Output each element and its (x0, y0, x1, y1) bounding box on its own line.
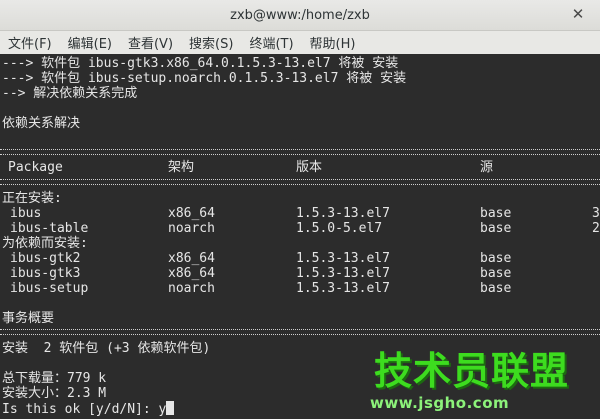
menu-search[interactable]: 搜索(S) (181, 33, 241, 52)
separator (0, 149, 600, 155)
package-version: 1.5.3-13.el7 (296, 251, 390, 266)
package-size: 2 (592, 221, 600, 236)
watermark-url: www.jsgho.com (370, 394, 510, 412)
header-repo: 源 (480, 160, 494, 175)
package-arch: x86_64 (168, 251, 215, 266)
package-repo: base (480, 251, 512, 266)
package-repo: base (480, 266, 512, 281)
package-name: ibus-table (10, 221, 89, 236)
package-name: ibus-gtk2 (10, 251, 81, 266)
prompt-text: Is this ok [y/d/N]: y (2, 402, 167, 417)
package-arch: x86_64 (168, 266, 215, 281)
menu-help[interactable]: 帮助(H) (302, 33, 364, 52)
section-installing: 正在安装: (2, 191, 62, 206)
package-version: 1.5.0-5.el7 (296, 221, 383, 236)
package-repo: base (480, 281, 512, 296)
header-package: Package (8, 160, 63, 175)
menu-view[interactable]: 查看(V) (120, 33, 181, 52)
package-name: ibus-setup (10, 281, 89, 296)
separator (0, 179, 600, 185)
header-arch: 架构 (168, 160, 195, 175)
package-version: 1.5.3-13.el7 (296, 206, 390, 221)
output-line: ---> 软件包 ibus-setup.noarch.0.1.5.3-13.el… (2, 71, 407, 86)
watermark-logo: 技术员联盟 www.jsgho.com (370, 350, 590, 412)
package-size: 3 (592, 206, 600, 221)
section-dependencies: 为依赖而安装: (2, 236, 88, 251)
package-repo: base (480, 206, 512, 221)
package-repo: base (480, 221, 512, 236)
download-size: 总下载量：779 k (2, 371, 107, 386)
package-name: ibus (10, 206, 42, 221)
text-cursor (166, 401, 175, 415)
section-summary: 事务概要 (2, 311, 55, 326)
install-size: 安装大小：2.3 M (2, 386, 107, 401)
package-name: ibus-gtk3 (10, 266, 81, 281)
output-line: ---> 软件包 ibus-gtk3.x86_64.0.1.5.3-13.el7… (2, 56, 399, 71)
window-titlebar: zxb@www:/home/zxb ✕ (0, 0, 600, 31)
separator (0, 329, 600, 335)
package-version: 1.5.3-13.el7 (296, 266, 390, 281)
install-summary: 安装 2 软件包 (+3 依赖软件包) (2, 341, 211, 356)
package-arch: noarch (168, 281, 215, 296)
window-title: zxb@www:/home/zxb (230, 7, 370, 23)
menu-file[interactable]: 文件(F) (0, 33, 60, 52)
menu-edit[interactable]: 编辑(E) (60, 33, 120, 52)
watermark-text: 技术员联盟 (374, 349, 570, 393)
menu-terminal[interactable]: 终端(T) (241, 33, 301, 52)
menu-bar: 文件(F) 编辑(E) 查看(V) 搜索(S) 终端(T) 帮助(H) (0, 31, 600, 54)
output-line: --> 解决依赖关系完成 (2, 86, 138, 101)
confirm-prompt[interactable]: Is this ok [y/d/N]: y (2, 401, 175, 417)
package-arch: noarch (168, 221, 215, 236)
close-icon[interactable]: ✕ (570, 6, 586, 22)
package-version: 1.5.3-13.el7 (296, 281, 390, 296)
package-arch: x86_64 (168, 206, 215, 221)
output-line: 依赖关系解决 (2, 116, 81, 131)
header-version: 版本 (296, 160, 323, 175)
